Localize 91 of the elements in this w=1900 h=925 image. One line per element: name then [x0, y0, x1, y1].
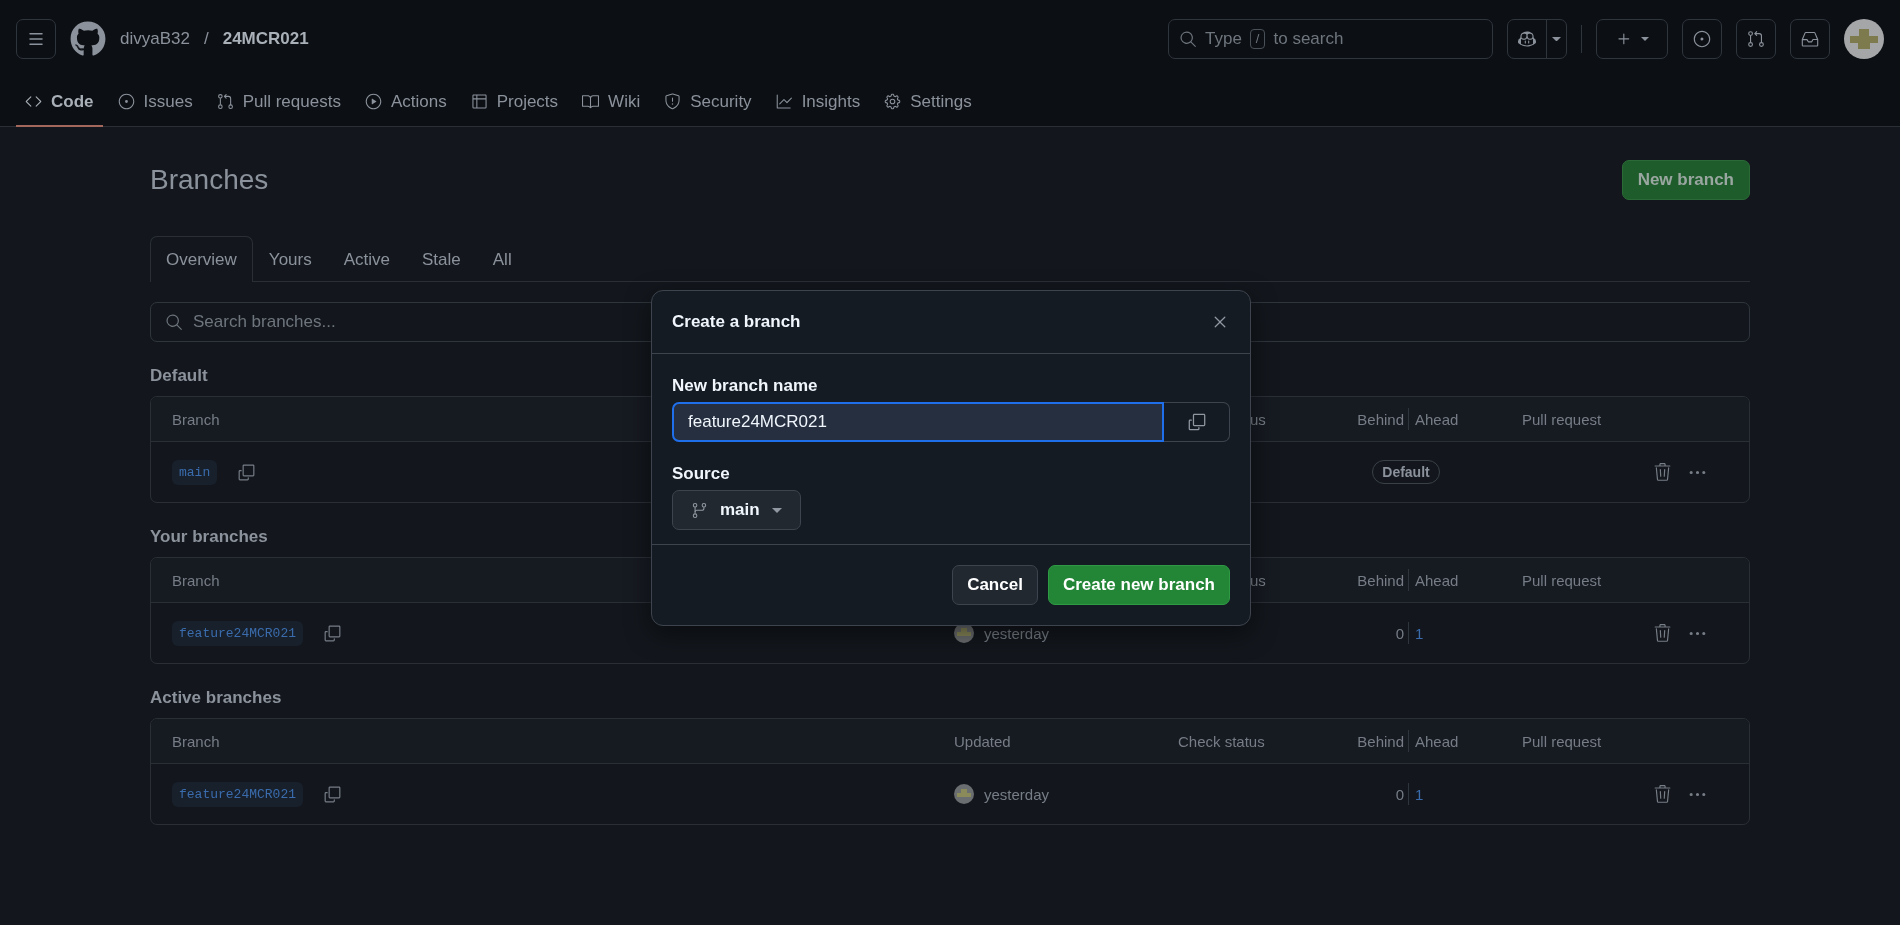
ahead-count: 1: [1415, 785, 1424, 803]
search-hint: to search: [1273, 29, 1344, 49]
pull-requests-button[interactable]: [1736, 19, 1776, 59]
create-button[interactable]: Create new branch: [1047, 565, 1230, 605]
copilot-icon: [1518, 30, 1536, 48]
nav-tab[interactable]: Settings: [875, 78, 981, 127]
caret-icon: [1552, 36, 1561, 42]
delete-icon[interactable]: [1653, 462, 1672, 482]
search-icon: [165, 313, 183, 331]
menu-icon: [27, 30, 45, 48]
search-placeholder: Search branches...: [193, 312, 336, 332]
shield-icon: [664, 93, 682, 110]
cancel-button[interactable]: Cancel: [952, 565, 1038, 605]
shortcut-key: /: [1249, 29, 1266, 49]
column-header: us: [1250, 410, 1266, 428]
column-header: Check status: [1178, 732, 1265, 750]
breadcrumb-separator: /: [203, 29, 209, 49]
updated-time: yesterday: [984, 624, 1050, 642]
settings-icon: [884, 93, 902, 110]
filter-tab[interactable]: Active: [327, 236, 406, 282]
field-label: Source: [672, 464, 730, 484]
column-header: Behind: [1357, 410, 1404, 428]
branch-name-link[interactable]: feature24MCR021: [172, 620, 304, 646]
nav-tab[interactable]: Pull requests: [207, 78, 350, 127]
column-header: Branch: [172, 732, 220, 750]
copy-button[interactable]: [323, 784, 343, 804]
issues-button[interactable]: [1682, 19, 1722, 59]
nav-tab[interactable]: Insights: [766, 78, 870, 127]
copy-button[interactable]: [1164, 402, 1230, 442]
source-branch-dropdown[interactable]: main: [672, 490, 801, 530]
column-header: Updated: [954, 732, 1011, 750]
new-branch-button[interactable]: New branch: [1621, 160, 1750, 200]
column-header: Behind: [1357, 571, 1404, 589]
menu-button[interactable]: [16, 19, 56, 59]
caret-icon: [771, 507, 782, 513]
search-field[interactable]: Type / to search: [1168, 19, 1493, 59]
book-icon: [582, 93, 600, 110]
column-header: Pull request: [1522, 571, 1602, 589]
owner-link[interactable]: divyaB32: [120, 29, 190, 49]
branch-name-input[interactable]: feature24MCR021: [672, 402, 1165, 442]
section-title: Default: [150, 366, 208, 386]
copy-icon: [1186, 412, 1207, 432]
copy-button[interactable]: [237, 462, 257, 482]
avatar: [954, 784, 974, 804]
inbox-button[interactable]: [1790, 19, 1830, 59]
search-hint: Type: [1205, 29, 1242, 49]
column-header: Ahead: [1415, 410, 1459, 428]
graph-icon: [775, 93, 793, 110]
branch-name-link[interactable]: feature24MCR021: [172, 781, 304, 807]
pull-request-icon: [1747, 30, 1765, 48]
column-header: Branch: [172, 410, 220, 428]
section-title: Your branches: [150, 527, 268, 547]
user-avatar[interactable]: [1844, 19, 1884, 59]
column-header: Pull request: [1522, 410, 1602, 428]
nav-tab[interactable]: Issues: [108, 78, 202, 127]
github-logo-icon[interactable]: [70, 21, 106, 57]
pull-request-icon: [216, 93, 234, 110]
nav-tab[interactable]: Wiki: [573, 78, 650, 127]
nav-tab[interactable]: Projects: [461, 78, 568, 127]
filter-tab[interactable]: Stale: [406, 236, 477, 282]
branch-icon: [691, 501, 708, 519]
play-icon: [364, 93, 382, 110]
code-icon: [25, 93, 42, 110]
column-header: Ahead: [1415, 732, 1459, 750]
copy-button[interactable]: [323, 623, 343, 643]
column-header: Ahead: [1415, 571, 1459, 589]
ahead-count: 1: [1415, 624, 1424, 642]
nav-tab[interactable]: Actions: [355, 78, 456, 127]
behind-count: 0: [1395, 624, 1404, 642]
column-header: Pull request: [1522, 732, 1602, 750]
section-title: Active branches: [150, 688, 282, 708]
behind-count: 0: [1395, 785, 1404, 803]
inbox-icon: [1801, 30, 1819, 48]
page-title: Branches: [150, 164, 269, 196]
column-header: us: [1250, 571, 1266, 589]
column-header: Branch: [172, 571, 220, 589]
search-icon: [1179, 30, 1197, 48]
nav-tab[interactable]: Code: [16, 78, 103, 127]
updated-time: yesterday: [984, 785, 1050, 803]
nav-tab[interactable]: Security: [655, 78, 761, 127]
column-header: Behind: [1357, 732, 1404, 750]
filter-tab[interactable]: Yours: [252, 236, 328, 282]
repo-link[interactable]: 24MCR021: [222, 29, 309, 49]
filter-tab[interactable]: All: [476, 236, 528, 282]
table-icon: [470, 93, 488, 110]
delete-icon[interactable]: [1653, 623, 1672, 643]
delete-icon[interactable]: [1653, 784, 1672, 804]
dialog-title: Create a branch: [672, 312, 801, 332]
caret-icon: [1641, 37, 1649, 41]
field-label: New branch name: [672, 376, 818, 396]
filter-tab[interactable]: Overview: [150, 236, 253, 282]
